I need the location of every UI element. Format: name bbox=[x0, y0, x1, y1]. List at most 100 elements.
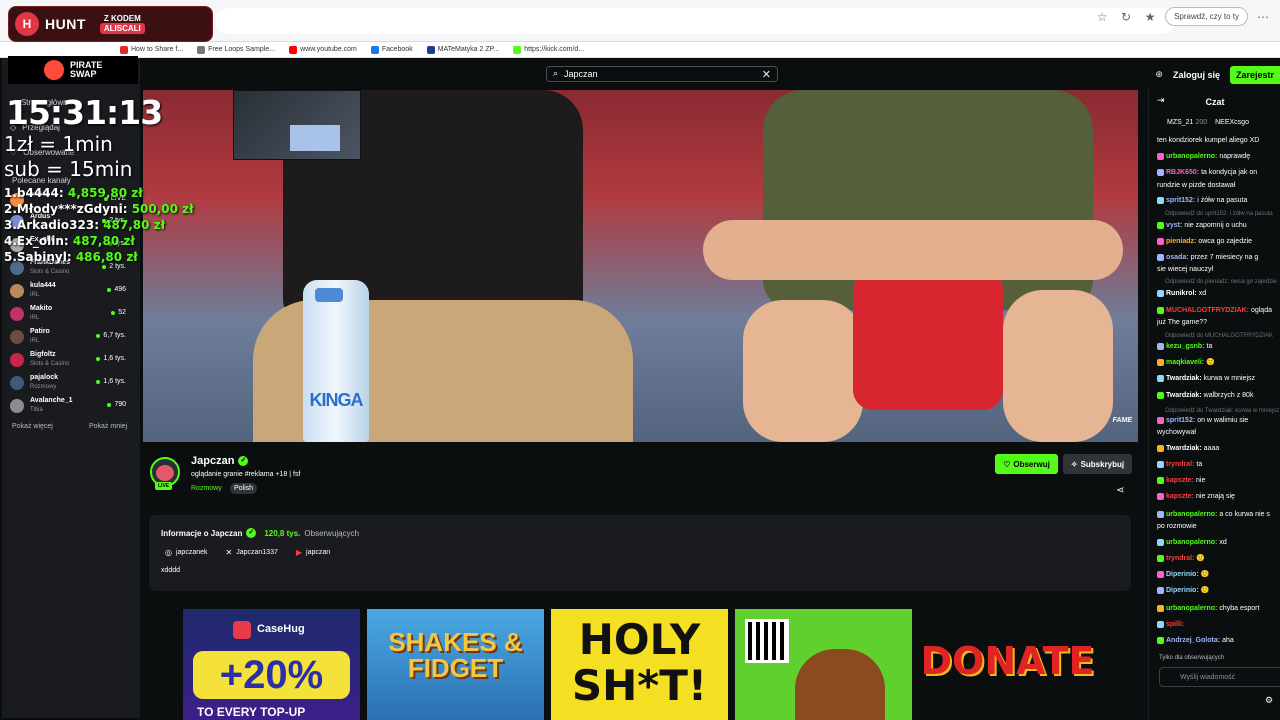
youtube-link[interactable]: ▶ japczan bbox=[296, 548, 330, 557]
address-bar[interactable] bbox=[215, 8, 1175, 34]
chat-text: 🙂 bbox=[1200, 587, 1210, 594]
chat-username[interactable]: RBJK650: bbox=[1166, 169, 1199, 176]
chat-badge-icon bbox=[1157, 306, 1164, 314]
fame-watermark: FAME bbox=[1112, 417, 1132, 424]
chat-panel: ⇥ Czat MZS_21 200 NEEXcsgo ten kondziore… bbox=[1148, 90, 1280, 720]
chat-text: aaaa bbox=[1203, 445, 1220, 452]
live-badge: LIVE bbox=[155, 482, 173, 490]
subscribe-button[interactable]: ✧ Subskrybuj bbox=[1063, 454, 1132, 474]
chat-username[interactable]: kapszte: bbox=[1166, 477, 1194, 484]
chat-username[interactable]: urbanopalerno: bbox=[1166, 539, 1217, 546]
bookmark-item[interactable]: www.youtube.com bbox=[289, 45, 357, 54]
chat-message: MUCHALGOTFRYDZIAK: ogląda bbox=[1157, 306, 1280, 315]
sidebar-channel[interactable]: Avalanche_1 Tibia 790 bbox=[10, 397, 128, 417]
chat-text: aha bbox=[1222, 637, 1234, 644]
chat-username[interactable]: Twardziak: bbox=[1166, 392, 1202, 399]
sidebar-channel[interactable]: pajalock Rozmowy 1,6 tys. bbox=[10, 374, 128, 394]
chat-username[interactable]: pieniadz: bbox=[1166, 238, 1196, 245]
chat-badge-icon bbox=[1157, 391, 1164, 399]
chat-username[interactable]: sprit152: bbox=[1166, 197, 1195, 204]
chat-badge-icon bbox=[1157, 152, 1164, 160]
star-icon[interactable]: ☆ bbox=[1093, 8, 1111, 26]
chat-username[interactable]: Diperinio: bbox=[1166, 587, 1199, 594]
bottle-cap bbox=[315, 288, 343, 302]
chat-username[interactable]: urbanopalerno: bbox=[1166, 511, 1217, 518]
pinned-user[interactable]: MZS_21 200 bbox=[1167, 119, 1207, 126]
chat-username[interactable]: urbanopalerno: bbox=[1166, 605, 1217, 612]
holy-panel[interactable]: HOLY SH*T! bbox=[551, 609, 728, 720]
qr-dog-panel[interactable] bbox=[735, 609, 912, 720]
avatar bbox=[10, 353, 24, 367]
refresh-icon[interactable]: ↻ bbox=[1117, 8, 1135, 26]
chat-username[interactable]: sprit152: bbox=[1166, 417, 1195, 424]
chat-text: naprawdę bbox=[1219, 153, 1251, 160]
chat-username[interactable]: Twardziak: bbox=[1166, 445, 1202, 452]
profile-check[interactable]: Sprawdź, czy to ty bbox=[1165, 7, 1248, 26]
bookmark-item[interactable]: How to Share f... bbox=[120, 45, 183, 54]
share-icon[interactable]: ⋖ bbox=[1116, 485, 1124, 496]
chat-username[interactable]: Twardziak: bbox=[1166, 375, 1202, 382]
pinned-user[interactable]: NEEXcsgo bbox=[1215, 119, 1249, 126]
video-player[interactable]: KINGA FAME bbox=[143, 90, 1138, 442]
chat-input[interactable]: Wyślij wiadomość bbox=[1159, 667, 1280, 687]
bookmark-item[interactable]: https://kick.com/d... bbox=[513, 45, 584, 54]
avatar bbox=[10, 284, 24, 298]
follow-button[interactable]: ♡ Obserwuj bbox=[995, 454, 1058, 474]
bookmark-favicon bbox=[120, 45, 128, 54]
sidebar-channel[interactable]: Makito IRL 52 bbox=[10, 305, 128, 325]
donate-panel[interactable]: DONATE bbox=[919, 609, 1096, 720]
shakes-fidget-panel[interactable]: SHAKES & FIDGET bbox=[367, 609, 544, 720]
instagram-link[interactable]: ◎ japczanek bbox=[165, 548, 208, 557]
x-link[interactable]: ✕ Japczan1337 bbox=[226, 548, 278, 557]
chat-message: sie wiecej nauczył bbox=[1157, 265, 1280, 274]
casehug-panel[interactable]: CaseHug +20% TO EVERY TOP-UP bbox=[183, 609, 360, 720]
chat-username[interactable]: maqkiaveli: bbox=[1166, 359, 1204, 366]
bookmark-item[interactable]: Free Loops Sample... bbox=[197, 45, 275, 54]
bookmark-item[interactable]: Facebook bbox=[370, 45, 413, 54]
login-button[interactable]: Zaloguj się bbox=[1173, 70, 1220, 80]
chat-username[interactable]: kapszte: bbox=[1166, 493, 1194, 500]
chat-username[interactable]: tryndral: bbox=[1166, 555, 1194, 562]
chat-username[interactable]: spilli: bbox=[1166, 621, 1184, 628]
sidebar-channel[interactable]: Patiro IRL 6,7 tys. bbox=[10, 328, 128, 348]
chat-username[interactable]: Andrzej_Golota: bbox=[1166, 637, 1220, 644]
hunt-logo-icon: H bbox=[15, 12, 39, 36]
channel-name: Bigfoltz bbox=[30, 351, 56, 358]
clear-search-icon[interactable]: ✕ bbox=[762, 68, 771, 81]
chat-username[interactable]: urbanopalerno: bbox=[1166, 153, 1217, 160]
channel-name: Avalanche_1 bbox=[30, 397, 73, 404]
rate-line-1: 1zł = 1min bbox=[4, 132, 113, 156]
chat-username[interactable]: vyst: bbox=[1166, 222, 1182, 229]
language-tag[interactable]: Polish bbox=[230, 483, 258, 494]
gear-icon[interactable]: ⚙ bbox=[1265, 696, 1273, 706]
bookmark-item[interactable]: MATeMatyka 2 ZP... bbox=[426, 45, 499, 54]
globe-icon[interactable]: ⊕ bbox=[1155, 70, 1163, 80]
chat-username[interactable]: kezu_gsnb: bbox=[1166, 343, 1205, 350]
live-dot-icon bbox=[96, 379, 101, 384]
chat-username[interactable]: MUCHALGOTFRYDZIAK: bbox=[1166, 307, 1249, 314]
chat-message: kapszte: nie bbox=[1157, 476, 1280, 485]
star-icon: ✧ bbox=[1070, 459, 1078, 469]
chat-message: ten kondziorek kumpel aliego XD bbox=[1157, 136, 1280, 145]
category-link[interactable]: Rozmowy bbox=[191, 485, 222, 492]
chat-text: owca go zajedzie bbox=[1198, 238, 1253, 245]
search-input[interactable]: ⌕ Japczan ✕ bbox=[546, 66, 778, 82]
water-bottle bbox=[303, 280, 369, 442]
donation-row: 1.b4444: 4,859,80 zł bbox=[4, 186, 143, 200]
chat-username[interactable]: tryndral: bbox=[1166, 461, 1194, 468]
chat-badge-icon bbox=[1157, 289, 1164, 297]
show-less-link[interactable]: Pokaż mniej bbox=[89, 423, 127, 430]
show-more-link[interactable]: Pokaż więcej bbox=[12, 423, 53, 430]
avatar bbox=[10, 330, 24, 344]
bookmark-icon[interactable]: ★ bbox=[1141, 8, 1159, 26]
chat-username[interactable]: osada: bbox=[1166, 254, 1189, 261]
chat-text: i żółw na pasuta bbox=[1197, 197, 1248, 204]
sidebar-channel[interactable]: kula444 IRL 496 bbox=[10, 282, 128, 302]
viewer-count: 52 bbox=[111, 309, 126, 316]
chat-username[interactable]: Diperinio: bbox=[1166, 571, 1199, 578]
sidebar-channel[interactable]: Bigfoltz Slots & Casino 1,6 tys. bbox=[10, 351, 128, 371]
chat-username[interactable]: Runikrol: bbox=[1166, 290, 1197, 297]
streamer-name[interactable]: Japczan ✓ bbox=[191, 455, 249, 467]
menu-icon[interactable]: ⋯ bbox=[1254, 8, 1272, 26]
register-button[interactable]: Zarejestr bbox=[1229, 66, 1280, 84]
